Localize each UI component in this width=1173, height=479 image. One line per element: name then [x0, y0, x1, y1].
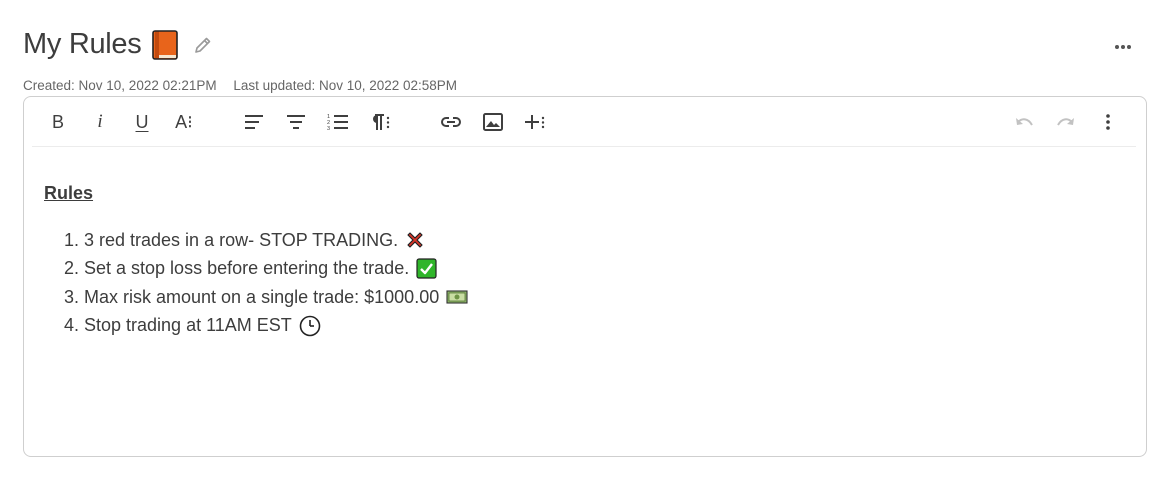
svg-text:3: 3	[327, 126, 330, 131]
timestamps: Created: Nov 10, 2022 02:21PM Last updat…	[23, 78, 457, 93]
rules-heading: Rules	[44, 183, 94, 203]
italic-button[interactable]: i	[87, 109, 113, 135]
more-horizontal-icon[interactable]	[1110, 36, 1136, 58]
list-number: 2.	[64, 258, 80, 279]
list-text: Set a stop loss before entering the trad…	[84, 258, 410, 279]
list-number: 4.	[64, 315, 80, 336]
clock-icon	[299, 315, 321, 337]
underline-label: U	[135, 111, 149, 132]
rich-text-editor[interactable]: B i U A⁝ 1 2 3 Rules 1. 3 red trades in …	[23, 96, 1147, 457]
bold-button[interactable]: B	[45, 109, 71, 135]
list-text: Max risk amount on a single trade: $1000…	[84, 286, 440, 307]
cross-mark-icon	[405, 230, 425, 250]
list-item: 3. Max risk amount on a single trade: $1…	[64, 283, 1124, 312]
list-item: 4. Stop trading at 11AM EST	[64, 312, 1124, 341]
align-center-icon[interactable]	[283, 109, 309, 135]
title-row: My Rules	[23, 28, 213, 61]
underline-button[interactable]: U	[129, 109, 155, 135]
list-text: Stop trading at 11AM EST	[84, 315, 292, 336]
rules-list: 1. 3 red trades in a row- STOP TRADING. …	[64, 226, 1124, 340]
insert-more-icon[interactable]	[522, 109, 548, 135]
list-text: 3 red trades in a row- STOP TRADING.	[84, 229, 399, 250]
check-box-icon	[416, 258, 437, 279]
updated-timestamp: Last updated: Nov 10, 2022 02:58PM	[233, 78, 458, 93]
pencil-icon[interactable]	[193, 35, 213, 55]
editor-toolbar: B i U A⁝ 1 2 3	[32, 97, 1136, 147]
orange-book-icon	[151, 29, 179, 60]
page-title: My Rules	[23, 28, 142, 60]
image-icon[interactable]	[480, 109, 506, 135]
list-number: 1.	[64, 229, 80, 250]
list-number: 3.	[64, 286, 80, 307]
more-vertical-icon[interactable]	[1095, 109, 1121, 135]
paragraph-icon[interactable]	[367, 109, 393, 135]
created-timestamp: Created: Nov 10, 2022 02:21PM	[23, 78, 217, 93]
redo-icon[interactable]	[1053, 109, 1079, 135]
editor-content[interactable]: Rules 1. 3 red trades in a row- STOP TRA…	[44, 183, 1124, 340]
dollar-bill-icon	[446, 290, 468, 304]
ordered-list-icon[interactable]: 1 2 3	[325, 109, 351, 135]
align-left-icon[interactable]	[241, 109, 267, 135]
font-size-button[interactable]: A⁝	[171, 109, 197, 135]
list-item: 1. 3 red trades in a row- STOP TRADING.	[64, 226, 1124, 255]
list-item: 2. Set a stop loss before entering the t…	[64, 255, 1124, 284]
undo-icon[interactable]	[1011, 109, 1037, 135]
link-icon[interactable]	[438, 109, 464, 135]
